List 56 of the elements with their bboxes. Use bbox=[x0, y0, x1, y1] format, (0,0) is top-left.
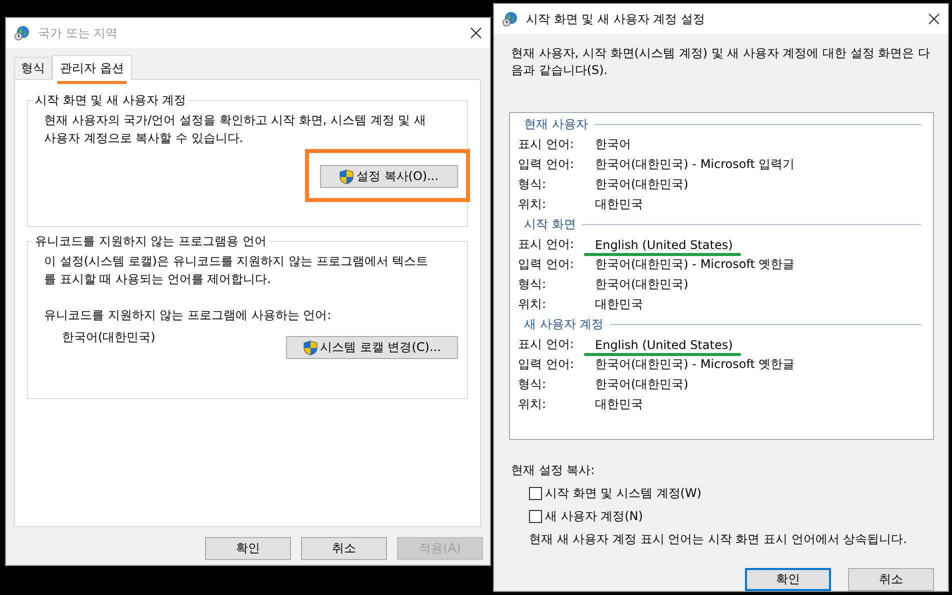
field-label: 위치: bbox=[518, 296, 548, 314]
field-value: 대한민국 bbox=[595, 397, 643, 412]
close-icon[interactable] bbox=[928, 13, 940, 25]
intro-text: 현재 사용자, 시작 화면(시스템 계정) 및 새 사용자 계정에 대한 설정 화면은 다음과 같습니다(S). bbox=[510, 45, 931, 79]
field-label: 형식: bbox=[518, 276, 548, 294]
field-label: 형식: bbox=[518, 376, 548, 394]
group-title: 유니코드를 지원하지 않는 프로그램용 언어 bbox=[34, 233, 268, 250]
globe-icon bbox=[502, 11, 518, 27]
section-title: 새 사용자 계정 bbox=[524, 316, 604, 334]
globe-icon bbox=[14, 25, 30, 41]
field-label: 형식: bbox=[518, 176, 548, 194]
field-label: 표시 언어: bbox=[518, 236, 575, 254]
section-title: 현재 사용자 bbox=[524, 116, 588, 134]
field-label: 위치: bbox=[518, 396, 548, 414]
settings-button[interactable]: 설정 복사(O)... bbox=[320, 165, 458, 188]
dialog-button[interactable]: 취소 bbox=[301, 537, 387, 560]
tab[interactable]: 형식 bbox=[14, 57, 52, 79]
field-label: 입력 언어: bbox=[518, 156, 575, 174]
window-title: 시작 화면 및 새 사용자 계정 설정 bbox=[526, 10, 706, 28]
checkbox[interactable] bbox=[529, 487, 542, 500]
dialog-button[interactable]: 확인 bbox=[205, 537, 291, 560]
field-label: 입력 언어: bbox=[518, 256, 575, 274]
close-icon[interactable] bbox=[470, 27, 482, 39]
dialog-button[interactable]: 취소 bbox=[848, 568, 934, 591]
field-value: 한국어(대한민국) - Microsoft 옛한글 bbox=[595, 257, 795, 272]
copy-label: 현재 설정 복사: bbox=[510, 462, 596, 479]
caption-text: 유니코드를 지원하지 않는 프로그램에 사용하는 언어: bbox=[44, 307, 332, 324]
field-label: 위치: bbox=[518, 196, 548, 214]
field-value: 대한민국 bbox=[595, 297, 643, 312]
section-title: 시작 화면 bbox=[524, 216, 576, 234]
field-value: 한국어(대한민국) - Microsoft 옛한글 bbox=[595, 357, 795, 372]
locale-value: 한국어(대한민국) bbox=[62, 329, 156, 346]
checkbox-label[interactable]: 새 사용자 계정(N) bbox=[545, 508, 643, 525]
field-value: 한국어(대한민국) bbox=[595, 377, 688, 392]
note-text: 현재 새 사용자 계정 표시 언어는 시작 화면 표시 언어에서 상속됩니다. bbox=[528, 531, 908, 548]
field-value: English (United States) bbox=[595, 338, 733, 352]
checkbox-label[interactable]: 시작 화면 및 시스템 계정(W) bbox=[545, 485, 702, 502]
field-value: 한국어(대한민국) - Microsoft 입력기 bbox=[595, 157, 795, 172]
shield-icon bbox=[303, 340, 318, 356]
field-value: 한국어 bbox=[595, 137, 631, 152]
tab[interactable]: 관리자 옵션 bbox=[52, 55, 132, 80]
field-value: 한국어(대한민국) bbox=[595, 277, 688, 292]
checkbox[interactable] bbox=[529, 510, 542, 523]
settings-button[interactable]: 시스템 로캘 변경(C)... bbox=[286, 336, 458, 359]
field-label: 표시 언어: bbox=[518, 336, 575, 354]
description-text: 현재 사용자의 국가/언어 설정을 확인하고 시작 화면, 시스템 계정 및 새 사용자 계정으로 복사할 수 있습니다. bbox=[44, 112, 428, 147]
field-value: 대한민국 bbox=[595, 197, 643, 212]
shield-icon bbox=[339, 168, 354, 184]
window-title: 국가 또는 지역 bbox=[38, 24, 119, 42]
field-value: English (United States) bbox=[595, 238, 733, 252]
field-label: 입력 언어: bbox=[518, 356, 575, 374]
description-text: 이 설정(시스템 로캘)은 유니코드를 지원하지 않는 프로그램에서 텍스트를 표시할 때 사용되는 언어를 제어합니다. bbox=[44, 253, 430, 288]
dialog-button[interactable]: 확인 bbox=[745, 568, 831, 591]
field-label: 표시 언어: bbox=[518, 136, 575, 154]
group-title: 시작 화면 및 새 사용자 계정 bbox=[34, 92, 188, 109]
field-value: 한국어(대한민국) bbox=[595, 177, 688, 192]
